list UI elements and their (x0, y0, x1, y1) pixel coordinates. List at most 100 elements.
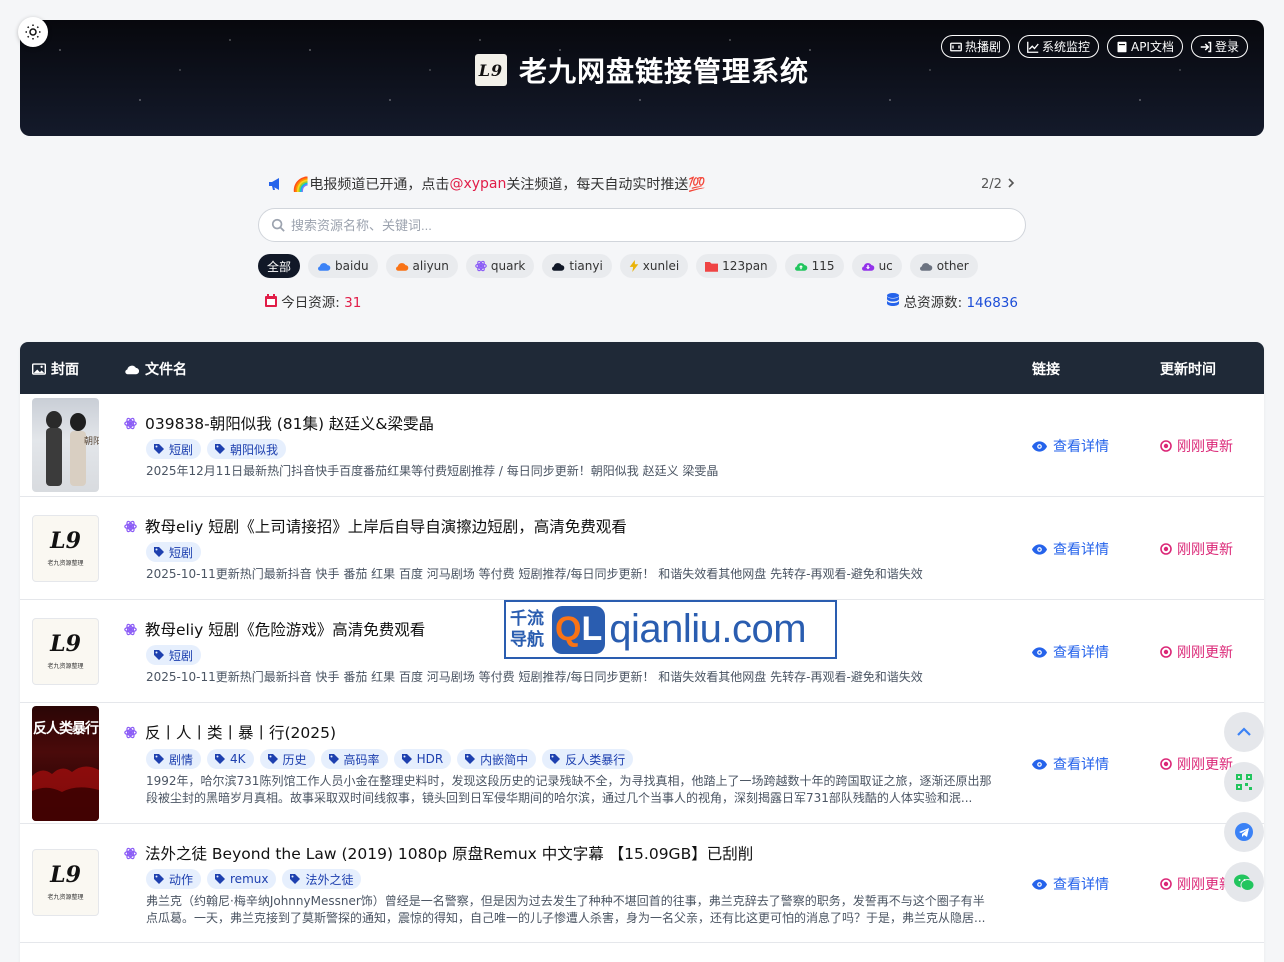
cover-image[interactable]: L9 老九资源整理 (32, 849, 99, 916)
row-description: 弗兰克（约翰尼·梅辛纳JohnnyMessner饰）曾经是一名警察，但是因为过去… (146, 894, 986, 925)
watermark-domain: qianliu.com (609, 607, 807, 651)
view-details-link[interactable]: 查看详情 (1032, 642, 1109, 662)
nav-system-monitor[interactable]: 系统监控 (1017, 35, 1099, 58)
tag[interactable]: 短剧 (146, 439, 202, 459)
filter-other[interactable]: other (909, 254, 978, 278)
atom-icon (475, 260, 487, 272)
view-details-link[interactable]: 查看详情 (1032, 539, 1109, 559)
dot-circle-icon (1160, 758, 1172, 770)
cover-image[interactable]: 反人类暴行 (32, 706, 99, 821)
table-row[interactable]: L9 老九资源整理 教母eliy 短剧《上司请接招》上岸后自导自演擦边短剧，高清… (20, 497, 1264, 600)
filter-123pan[interactable]: 123pan (696, 254, 777, 278)
eye-icon (1032, 440, 1047, 452)
update-status: 刚刚更新 (1160, 754, 1233, 774)
cloud-icon (318, 262, 331, 271)
tag-icon (154, 650, 164, 660)
col-updated: 更新时间 (1160, 362, 1216, 378)
tag-icon (154, 874, 164, 884)
tag[interactable]: HDR (393, 749, 452, 769)
tag-icon (215, 874, 226, 884)
row-description: 2025-10-11更新热门最新抖音 快手 番茄 红果 百度 河马剧场 等付费 … (146, 567, 923, 581)
sun-icon (25, 24, 41, 40)
sign-in-icon (1200, 41, 1212, 52)
search-input[interactable] (291, 217, 991, 233)
database-icon (887, 293, 900, 306)
wechat-button[interactable] (1224, 862, 1264, 902)
tag[interactable]: 朝阳似我 (207, 439, 287, 459)
tag[interactable]: 动作 (146, 869, 202, 889)
row-tags: 动作 remux 法外之徒 (146, 869, 362, 889)
quark-icon (124, 623, 137, 635)
row-description: 2025年12月11日最新热门抖音快手百度番茄红果等付费短剧推荐 / 每日同步更… (146, 464, 719, 478)
table-row[interactable]: 朝阳 039838-朝阳似我 (81集) 赵廷义&梁雯晶 短剧 朝阳似我 202… (20, 394, 1264, 497)
chevron-up-icon (1237, 727, 1251, 736)
cover-image[interactable]: L9 老九资源整理 (32, 515, 99, 582)
cloud-icon (395, 262, 408, 271)
eye-icon (1032, 758, 1047, 770)
back-to-top-button[interactable] (1224, 712, 1264, 752)
filter-115[interactable]: 115 (784, 254, 844, 278)
cloud-icon (919, 262, 933, 271)
tag[interactable]: 高码率 (320, 749, 388, 769)
nav-hot-drama[interactable]: 热播剧 (940, 35, 1010, 58)
cover-image[interactable]: 朝阳 (32, 398, 99, 492)
tag[interactable]: 历史 (259, 749, 315, 769)
logo-caption: 老九资源整理 (47, 663, 84, 670)
tag[interactable]: 反人类暴行 (542, 749, 634, 769)
filter-quark[interactable]: quark (465, 254, 535, 278)
table-row[interactable]: 反人类暴行 反丨人丨类丨暴丨行(2025) 剧情 4K 历史 高码率 HDR 内… (20, 703, 1264, 824)
dot-circle-icon (1160, 646, 1172, 658)
folder-icon (705, 261, 719, 272)
chevron-right-icon (1008, 177, 1015, 188)
tag[interactable]: 短剧 (146, 542, 202, 562)
row-title[interactable]: 039838-朝阳似我 (81集) 赵廷义&梁雯晶 (124, 412, 434, 434)
view-details-link[interactable]: 查看详情 (1032, 874, 1109, 894)
tag[interactable]: 内嵌简中 (457, 749, 537, 769)
tag[interactable]: 剧情 (146, 749, 202, 769)
update-status: 刚刚更新 (1160, 874, 1233, 894)
row-description: 1992年，哈尔滨731陈列馆工作人员小金在整理史料时，发现这段历史的记录残缺不… (146, 774, 992, 805)
qianliu-watermark: 千流 导航 QL qianliu.com (504, 600, 837, 659)
filter-aliyun[interactable]: aliyun (385, 254, 458, 278)
row-title[interactable]: 反丨人丨类丨暴丨行(2025) (124, 721, 336, 743)
qrcode-icon (1236, 774, 1252, 790)
filter-xunlei[interactable]: xunlei (619, 254, 689, 278)
tag[interactable]: remux (207, 869, 277, 889)
logo-caption: 老九资源整理 (47, 560, 84, 567)
filter-uc[interactable]: uc (851, 254, 902, 278)
cloud-icon (552, 262, 565, 271)
tag-icon (550, 754, 561, 764)
tag-icon (290, 874, 301, 884)
tag[interactable]: 法外之徒 (282, 869, 362, 889)
tag[interactable]: 短剧 (146, 645, 202, 665)
telegram-button[interactable] (1224, 812, 1264, 852)
filter-baidu[interactable]: baidu (308, 254, 378, 278)
theme-toggle-button[interactable] (18, 17, 48, 47)
row-title[interactable]: 法外之徒 Beyond the Law (2019) 1080p 原盘Remux… (124, 842, 753, 864)
qrcode-button[interactable] (1224, 762, 1264, 802)
row-title[interactable]: 教母eliy 短剧《上司请接招》上岸后自导自演擦边短剧，高清免费观看 (124, 515, 627, 537)
book-icon (1117, 41, 1127, 52)
l9-logo: L9 (50, 862, 81, 888)
row-title[interactable]: 教母eliy 短剧《危险游戏》高清免费观看 (124, 618, 425, 640)
nav-api-docs[interactable]: API文档 (1106, 35, 1183, 58)
search-icon (271, 218, 285, 232)
filter-tianyi[interactable]: tianyi (542, 254, 612, 278)
table-row[interactable]: L9 老九资源整理 法外之徒 Beyond the Law (2019) 108… (20, 824, 1264, 943)
notice-pager[interactable]: 2/2 (981, 177, 1016, 192)
table-header: 封面 文件名 链接 更新时间 (20, 342, 1264, 394)
tag-icon (215, 444, 226, 454)
dot-circle-icon (1160, 543, 1172, 555)
view-details-link[interactable]: 查看详情 (1032, 754, 1109, 774)
cover-image[interactable]: L9 老九资源整理 (32, 618, 99, 685)
wechat-icon (1234, 874, 1254, 891)
telegram-channel-link[interactable]: @xypan (449, 176, 506, 192)
view-details-link[interactable]: 查看详情 (1032, 436, 1109, 456)
image-icon (32, 363, 46, 375)
tag-icon (154, 444, 164, 454)
megaphone-icon (269, 178, 279, 190)
filter-all[interactable]: 全部 (258, 254, 301, 278)
nav-login[interactable]: 登录 (1190, 35, 1248, 58)
platform-filters: 全部 baidu aliyun quark tianyi xunlei 123p… (258, 254, 978, 278)
tag[interactable]: 4K (207, 749, 254, 769)
